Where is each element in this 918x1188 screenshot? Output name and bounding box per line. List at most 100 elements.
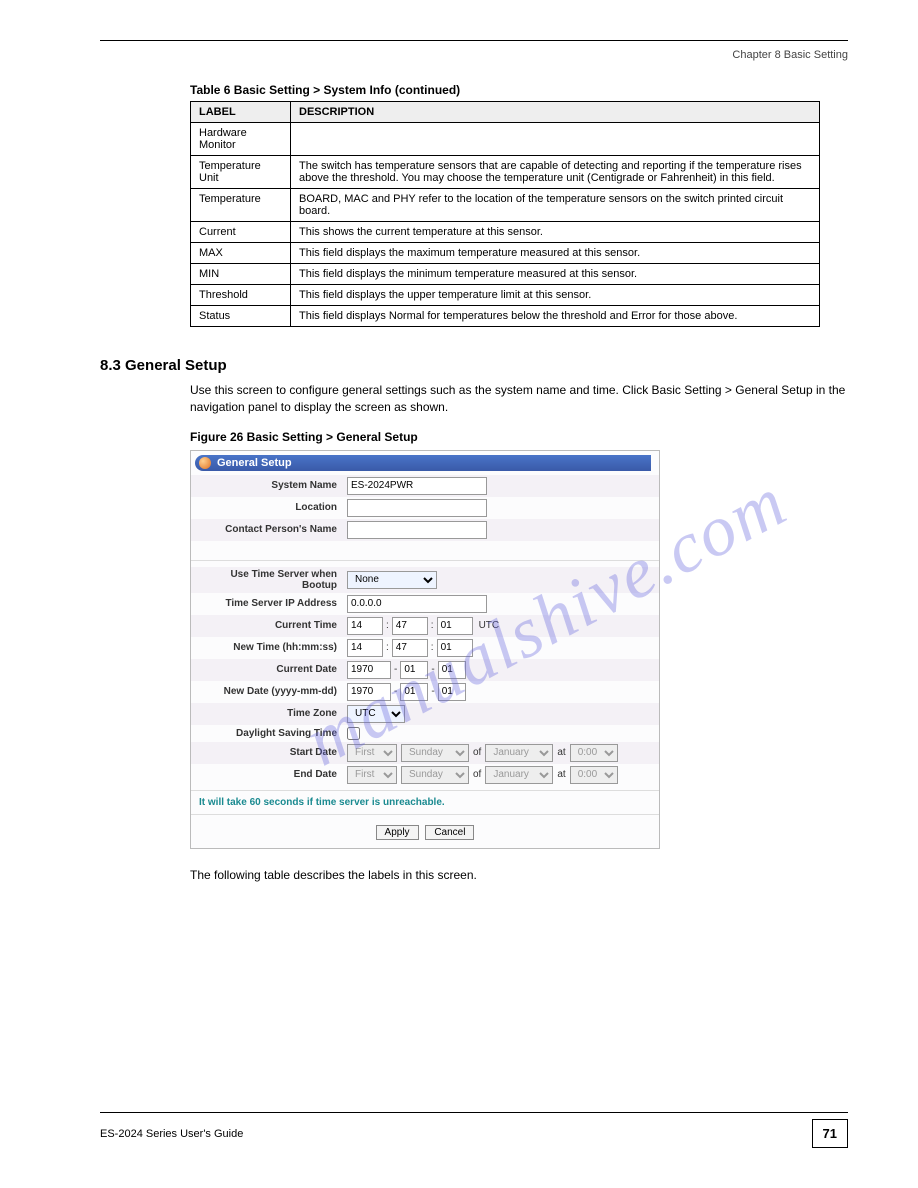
row-current-time: Current Time : : UTC (191, 615, 659, 637)
label-use-time-server: Use Time Server when Bootup (197, 569, 347, 591)
use-time-server-select[interactable]: None (347, 571, 437, 589)
row-time-zone: Time Zone UTC (191, 703, 659, 725)
start-time-select[interactable]: 0:00 (570, 744, 618, 762)
table-row: MAXThis field displays the maximum tempe… (191, 243, 820, 264)
start-dow-select[interactable]: Sunday (401, 744, 469, 762)
footer-guide: ES-2024 Series User's Guide (100, 1128, 243, 1140)
section-para: Use this screen to configure general set… (190, 382, 848, 416)
current-time-ss[interactable] (437, 617, 473, 635)
table-row: MINThis field displays the minimum tempe… (191, 264, 820, 285)
dst-checkbox[interactable] (347, 727, 360, 740)
time-zone-select[interactable]: UTC (347, 705, 405, 723)
cell-desc: This field displays the minimum temperat… (291, 264, 820, 285)
cell-desc (291, 123, 820, 156)
dash-sep: - (394, 664, 397, 675)
header-rule (100, 40, 848, 41)
cell-desc: This field displays Normal for temperatu… (291, 306, 820, 327)
row-use-time-server: Use Time Server when Bootup None (191, 567, 659, 593)
cell-desc: This shows the current temperature at th… (291, 222, 820, 243)
new-time-ss[interactable] (437, 639, 473, 657)
row-new-time: New Time (hh:mm:ss) : : (191, 637, 659, 659)
label-contact: Contact Person's Name (197, 524, 347, 535)
cell-desc: This field displays the upper temperatur… (291, 285, 820, 306)
cancel-button[interactable]: Cancel (425, 825, 474, 840)
cell-label: MAX (191, 243, 291, 264)
current-date-y[interactable] (347, 661, 391, 679)
footer-page-number: 71 (812, 1119, 848, 1148)
row-start-date: Start Date First Sunday of January at 0:… (191, 742, 659, 764)
row-contact: Contact Person's Name (191, 519, 659, 541)
post-figure-text: The following table describes the labels… (190, 867, 848, 884)
general-setup-figure: General Setup System Name Location Conta… (190, 450, 660, 849)
label-start-date: Start Date (197, 747, 347, 758)
cell-label: Status (191, 306, 291, 327)
chapter-header: Chapter 8 Basic Setting (100, 49, 848, 61)
row-time-server-ip: Time Server IP Address (191, 593, 659, 615)
label-new-date: New Date (yyyy-mm-dd) (197, 686, 347, 697)
current-date-m[interactable] (400, 661, 428, 679)
end-dow-select[interactable]: Sunday (401, 766, 469, 784)
th-label: LABEL (191, 102, 291, 123)
divider (191, 541, 659, 561)
label-dst: Daylight Saving Time (197, 728, 347, 739)
cell-desc: The switch has temperature sensors that … (291, 156, 820, 189)
new-time-mm[interactable] (392, 639, 428, 657)
row-location: Location (191, 497, 659, 519)
of-label: of (473, 769, 481, 780)
table-header-row: LABEL DESCRIPTION (191, 102, 820, 123)
footer: ES-2024 Series User's Guide 71 (100, 1112, 848, 1148)
start-ord-select[interactable]: First (347, 744, 397, 762)
new-date-d[interactable] (438, 683, 466, 701)
time-server-ip-input[interactable] (347, 595, 487, 613)
th-desc: DESCRIPTION (291, 102, 820, 123)
at-label: at (557, 747, 565, 758)
contact-input[interactable] (347, 521, 487, 539)
apply-button[interactable]: Apply (376, 825, 419, 840)
end-month-select[interactable]: January (485, 766, 553, 784)
footer-rule (100, 1112, 848, 1113)
current-date-d[interactable] (438, 661, 466, 679)
button-row: Apply Cancel (191, 815, 659, 840)
panel-title: General Setup (195, 455, 651, 471)
table-row: TemperatureBOARD, MAC and PHY refer to t… (191, 189, 820, 222)
table-row: ThresholdThis field displays the upper t… (191, 285, 820, 306)
dash-sep: - (394, 686, 397, 697)
row-end-date: End Date First Sunday of January at 0:00 (191, 764, 659, 786)
new-date-m[interactable] (400, 683, 428, 701)
panel-title-text: General Setup (217, 457, 292, 469)
colon-sep: : (386, 642, 389, 653)
description-table: LABEL DESCRIPTION Hardware MonitorTemper… (190, 101, 820, 327)
current-time-mm[interactable] (392, 617, 428, 635)
label-end-date: End Date (197, 769, 347, 780)
table-row: StatusThis field displays Normal for tem… (191, 306, 820, 327)
row-current-date: Current Date - - (191, 659, 659, 681)
of-label: of (473, 747, 481, 758)
system-name-input[interactable] (347, 477, 487, 495)
new-date-y[interactable] (347, 683, 391, 701)
cell-desc: This field displays the maximum temperat… (291, 243, 820, 264)
table-row: Hardware Monitor (191, 123, 820, 156)
label-time-zone: Time Zone (197, 708, 347, 719)
cell-label: Temperature (191, 189, 291, 222)
dash-sep: - (431, 664, 434, 675)
label-new-time: New Time (hh:mm:ss) (197, 642, 347, 653)
end-time-select[interactable]: 0:00 (570, 766, 618, 784)
cell-label: Threshold (191, 285, 291, 306)
table-row: Temperature UnitThe switch has temperatu… (191, 156, 820, 189)
cell-desc: BOARD, MAC and PHY refer to the location… (291, 189, 820, 222)
current-time-hh[interactable] (347, 617, 383, 635)
start-month-select[interactable]: January (485, 744, 553, 762)
row-dst: Daylight Saving Time (191, 725, 659, 742)
colon-sep: : (431, 642, 434, 653)
location-input[interactable] (347, 499, 487, 517)
colon-sep: : (386, 620, 389, 631)
end-ord-select[interactable]: First (347, 766, 397, 784)
label-location: Location (197, 502, 347, 513)
label-time-server-ip: Time Server IP Address (197, 598, 347, 609)
utc-label: UTC (479, 620, 500, 631)
new-time-hh[interactable] (347, 639, 383, 657)
cell-label: Temperature Unit (191, 156, 291, 189)
note-line: It will take 60 seconds if time server i… (191, 790, 659, 815)
row-new-date: New Date (yyyy-mm-dd) - - (191, 681, 659, 703)
label-current-date: Current Date (197, 664, 347, 675)
